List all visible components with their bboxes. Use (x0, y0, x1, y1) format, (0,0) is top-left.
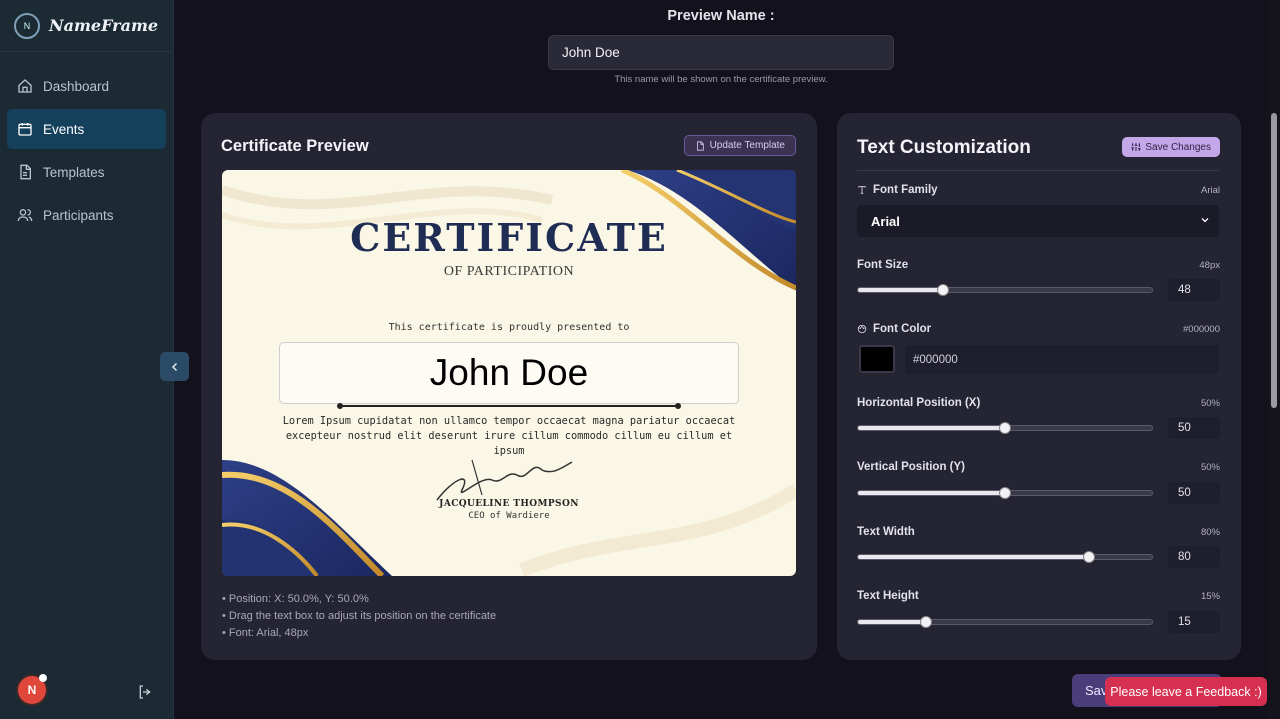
save-changes-label: Save Changes (1145, 141, 1211, 153)
scrollbar[interactable] (1268, 0, 1280, 719)
horizontal-position-label: Horizontal Position (X) (857, 397, 980, 409)
status-dot (39, 674, 47, 682)
text-width-label: Text Width (857, 526, 915, 538)
slider-fill (858, 555, 1090, 559)
font-color-input[interactable]: #000000 (905, 345, 1219, 374)
collapse-sidebar-button[interactable] (160, 352, 189, 381)
card-title: Text Customization (857, 137, 1031, 158)
sidebar-item-label: Dashboard (43, 78, 110, 94)
sidebar-item-label: Participants (43, 207, 114, 223)
slider-thumb[interactable] (937, 284, 950, 296)
certificate-presented-text: This certificate is proudly presented to (388, 322, 630, 333)
text-width-input[interactable]: 80 (1168, 546, 1220, 568)
palette-icon (857, 324, 867, 334)
save-changes-button[interactable]: Save Changes (1122, 137, 1220, 157)
font-color-badge: #000000 (1183, 324, 1220, 335)
info-position: • Position: X: 50.0%, Y: 50.0% (222, 593, 369, 605)
chevron-down-icon (1201, 218, 1209, 223)
font-color-label-text: Font Color (873, 323, 932, 335)
text-height-slider[interactable] (857, 616, 1153, 628)
chevron-left-icon (171, 362, 177, 371)
slider-fill (858, 491, 1005, 495)
font-family-selected: Arial (871, 213, 900, 229)
users-icon (17, 209, 33, 222)
horizontal-position-badge: 50% (1200, 398, 1220, 409)
brand-name: NameFrame (49, 16, 159, 35)
position-info: • Position: X: 50.0%, Y: 50.0% • Drag th… (222, 591, 496, 642)
info-drag-hint: • Drag the text box to adjust its positi… (222, 610, 497, 622)
vertical-position-input[interactable]: 50 (1168, 482, 1220, 504)
text-customization-card: Text Customization Save Changes Font Fam… (837, 113, 1241, 660)
sidebar: N NameFrame Dashboard Events Templates P… (0, 0, 174, 719)
brand[interactable]: N NameFrame (0, 0, 173, 52)
font-size-label: Font Size (857, 259, 908, 271)
preview-name-input[interactable] (548, 35, 894, 70)
home-icon (18, 79, 32, 93)
preview-name-hint: This name will be shown on the certifica… (614, 74, 828, 85)
sidebar-item-label: Templates (43, 164, 105, 180)
file-icon (20, 164, 31, 180)
signature-role: CEO of Wardiere (468, 511, 550, 521)
text-height-badge: 15% (1200, 591, 1220, 602)
certificate-image[interactable]: CERTIFICATE OF PARTICIPATION This certif… (222, 170, 796, 576)
slider-fill (858, 426, 1005, 430)
slider-fill (858, 288, 944, 292)
slider-thumb[interactable] (919, 616, 932, 628)
certificate-title: CERTIFICATE (350, 215, 668, 260)
text-height-label-text: Text Height (857, 590, 919, 602)
font-size-badge: 48px (1199, 260, 1220, 271)
slider-fill (858, 620, 926, 624)
font-color-label: Font Color (857, 323, 931, 335)
font-size-slider[interactable] (857, 284, 1153, 296)
vertical-position-slider[interactable] (857, 487, 1153, 499)
update-template-button[interactable]: Update Template (683, 135, 796, 156)
text-height-input[interactable]: 15 (1168, 611, 1220, 633)
text-width-slider[interactable] (857, 551, 1153, 563)
scrollbar-thumb[interactable] (1271, 113, 1277, 408)
file-icon (696, 140, 704, 151)
divider (857, 170, 1219, 171)
certificate-body-text: Lorem Ipsum cupidatat non ullamco tempor… (282, 415, 736, 457)
certificate-preview-card: Certificate Preview Update Template CERT… (201, 113, 817, 660)
sidebar-item-participants[interactable]: Participants (7, 195, 166, 235)
type-icon (858, 186, 866, 194)
slider-thumb[interactable] (999, 487, 1011, 499)
brand-logo-icon: N (14, 12, 40, 39)
font-family-badge: Arial (1200, 185, 1220, 196)
text-width-label-text: Text Width (857, 526, 915, 538)
card-title: Certificate Preview (221, 137, 369, 155)
certificate-name-textbox[interactable]: John Doe (279, 342, 739, 404)
text-width-badge: 80% (1200, 527, 1220, 538)
vertical-position-label: Vertical Position (Y) (857, 461, 965, 473)
slider-thumb[interactable] (1083, 551, 1096, 563)
horizontal-position-input[interactable]: 50 (1168, 417, 1220, 439)
vertical-label-text: Vertical Position (Y) (857, 461, 965, 473)
sliders-icon (1131, 143, 1141, 151)
horizontal-label-text: Horizontal Position (X) (857, 397, 981, 409)
logout-icon[interactable] (137, 684, 153, 700)
sidebar-item-label: Events (43, 121, 85, 137)
font-size-input[interactable]: 48 (1168, 279, 1220, 301)
update-template-label: Update Template (709, 140, 785, 151)
font-family-select[interactable]: Arial (857, 205, 1219, 237)
sidebar-item-templates[interactable]: Templates (7, 152, 166, 192)
preview-name-label: Preview Name : (667, 8, 775, 24)
font-family-label-text: Font Family (873, 184, 938, 196)
color-swatch[interactable] (859, 345, 895, 373)
signature-name: JACQUELINE THOMPSON (439, 499, 579, 509)
vertical-position-badge: 50% (1200, 462, 1220, 473)
calendar-icon (18, 123, 32, 136)
font-family-label: Font Family (857, 184, 938, 196)
certificate-subtitle: OF PARTICIPATION (443, 264, 575, 279)
sidebar-item-events[interactable]: Events (7, 109, 166, 149)
slider-thumb[interactable] (999, 422, 1011, 434)
horizontal-position-slider[interactable] (857, 422, 1153, 434)
info-font: • Font: Arial, 48px (222, 627, 309, 639)
feedback-button[interactable]: Please leave a Feedback :) (1105, 677, 1267, 706)
certificate-underline (337, 403, 681, 409)
sidebar-item-dashboard[interactable]: Dashboard (7, 66, 166, 106)
sidebar-nav: Dashboard Events Templates Participants (0, 66, 173, 235)
text-height-label: Text Height (857, 590, 919, 602)
font-size-label-text: Font Size (857, 259, 909, 271)
